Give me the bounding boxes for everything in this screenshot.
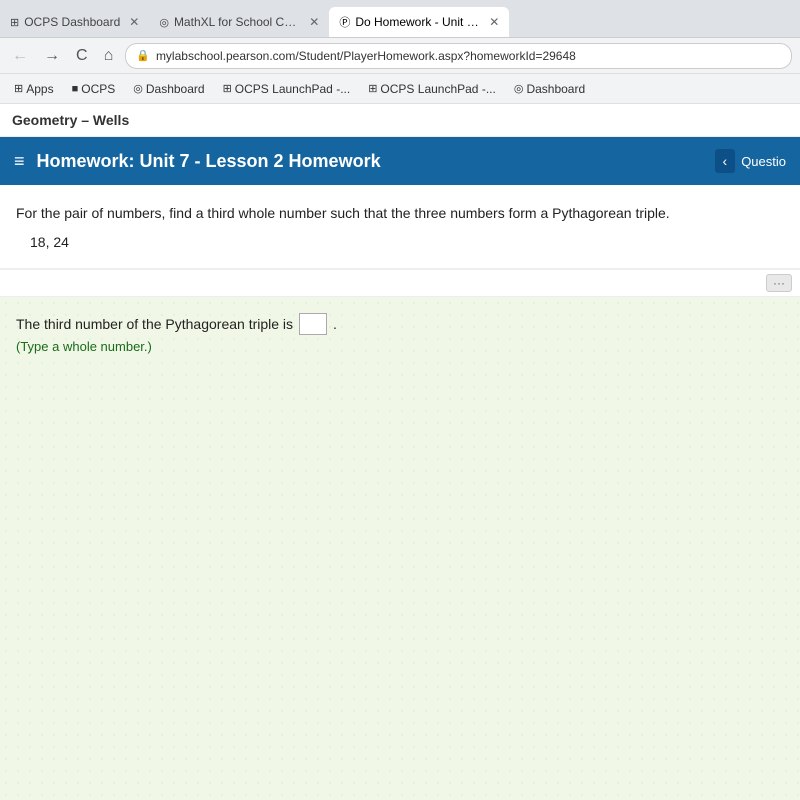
bookmark-dashboard-label: Dashboard (146, 82, 205, 96)
question-area: For the pair of numbers, find a third wh… (0, 185, 800, 270)
prev-question-button[interactable]: ‹ (715, 149, 736, 173)
hamburger-menu[interactable]: ≡ (14, 151, 25, 172)
bookmarks-bar: ⊞ Apps ■ OCPS ◎ Dashboard ⊞ OCPS LaunchP… (0, 74, 800, 104)
answer-content: The third number of the Pythagorean trip… (16, 313, 784, 354)
tab-mathxl-close[interactable]: ✕ (309, 15, 319, 29)
tab-homework[interactable]: Ⓟ Do Homework - Unit 7 - ✕ (329, 7, 509, 37)
tab-ocps-icon: ⊞ (10, 16, 19, 29)
bookmark-dashboard[interactable]: ◎ Dashboard (127, 80, 210, 98)
course-title: Geometry – Wells (0, 104, 800, 137)
bookmark-dashboard2[interactable]: ◎ Dashboard (508, 80, 591, 98)
tab-mathxl-label: MathXL for School Course Home (174, 15, 300, 29)
bookmark-apps-label: Apps (26, 82, 53, 96)
bookmark-launchpad2-icon: ⊞ (368, 82, 377, 95)
bookmark-dashboard2-label: Dashboard (526, 82, 585, 96)
question-instruction: For the pair of numbers, find a third wh… (16, 203, 784, 224)
tab-ocps-close[interactable]: ✕ (129, 15, 139, 29)
tab-bar: ⊞ OCPS Dashboard ✕ ◎ MathXL for School C… (0, 0, 800, 38)
bookmark-launchpad2[interactable]: ⊞ OCPS LaunchPad -... (362, 80, 502, 98)
bookmark-launchpad2-label: OCPS LaunchPad -... (380, 82, 495, 96)
bookmark-ocps-icon: ■ (72, 83, 79, 95)
answer-area: The third number of the Pythagorean trip… (0, 297, 800, 800)
tab-homework-label: Do Homework - Unit 7 - (355, 15, 480, 29)
back-button[interactable]: ← (8, 45, 32, 67)
homework-header: ≡ Homework: Unit 7 - Lesson 2 Homework ‹… (0, 137, 800, 185)
page-content: Geometry – Wells ≡ Homework: Unit 7 - Le… (0, 104, 800, 800)
address-bar: ← → C ⌂ 🔒 mylabschool.pearson.com/Studen… (0, 38, 800, 74)
bookmark-dashboard-icon: ◎ (133, 82, 143, 95)
answer-bg-pattern (0, 297, 800, 800)
home-button[interactable]: ⌂ (100, 45, 118, 67)
lock-icon: 🔒 (136, 49, 150, 62)
tab-homework-icon: Ⓟ (339, 14, 350, 30)
more-indicator: ··· (0, 270, 800, 297)
question-numbers: 18, 24 (30, 234, 784, 250)
bookmark-ocps-label: OCPS (81, 82, 115, 96)
tab-mathxl[interactable]: ◎ MathXL for School Course Home ✕ (149, 7, 329, 37)
forward-button[interactable]: → (40, 45, 64, 67)
tab-mathxl-icon: ◎ (159, 16, 169, 29)
answer-hint: (Type a whole number.) (16, 339, 784, 354)
homework-title: Homework: Unit 7 - Lesson 2 Homework (37, 151, 703, 172)
tab-homework-close[interactable]: ✕ (489, 15, 499, 29)
address-text: mylabschool.pearson.com/Student/PlayerHo… (156, 49, 576, 63)
tab-ocps-label: OCPS Dashboard (24, 15, 120, 29)
bookmark-apps[interactable]: ⊞ Apps (8, 80, 60, 98)
browser-window: ⊞ OCPS Dashboard ✕ ◎ MathXL for School C… (0, 0, 800, 800)
bookmark-apps-icon: ⊞ (14, 82, 23, 95)
answer-input[interactable] (299, 313, 327, 335)
question-label: Questio (741, 154, 786, 169)
bookmark-launchpad1-icon: ⊞ (223, 82, 232, 95)
bookmark-ocps[interactable]: ■ OCPS (66, 80, 122, 98)
bookmark-dashboard2-icon: ◎ (514, 82, 524, 95)
question-nav: ‹ Questio (715, 149, 786, 173)
more-button[interactable]: ··· (766, 274, 792, 292)
answer-suffix: . (333, 316, 337, 332)
reload-button[interactable]: C (72, 45, 92, 67)
answer-prefix: The third number of the Pythagorean trip… (16, 316, 293, 332)
bookmark-launchpad1[interactable]: ⊞ OCPS LaunchPad -... (217, 80, 357, 98)
address-input[interactable]: 🔒 mylabschool.pearson.com/Student/Player… (125, 43, 792, 69)
bookmark-launchpad1-label: OCPS LaunchPad -... (235, 82, 350, 96)
tab-ocps[interactable]: ⊞ OCPS Dashboard ✕ (0, 7, 149, 37)
answer-text: The third number of the Pythagorean trip… (16, 313, 784, 335)
